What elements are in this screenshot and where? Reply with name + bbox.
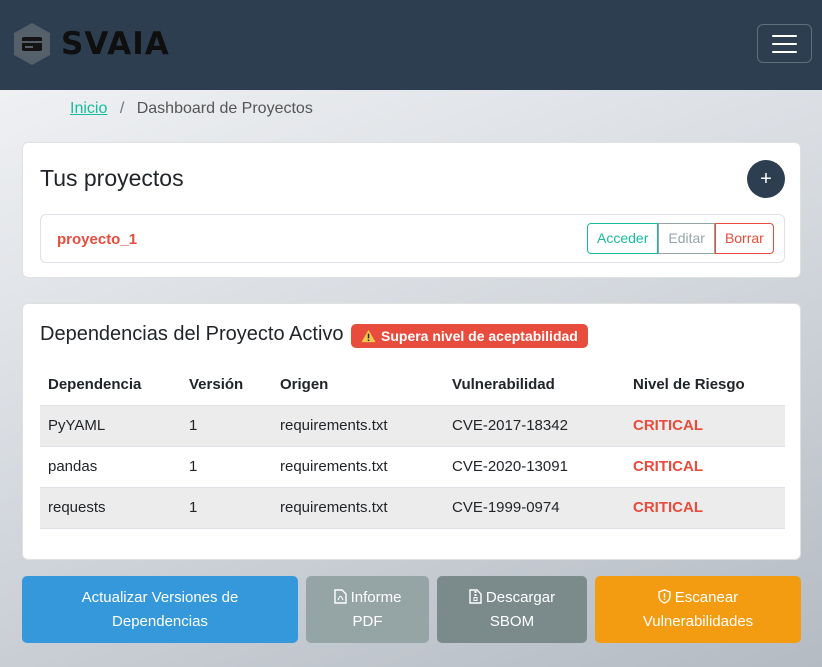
pdf-report-button[interactable]: Informe PDF xyxy=(306,576,429,643)
project-item: proyecto_1 Acceder Editar Borrar xyxy=(40,214,785,263)
acceptability-alert-badge: Supera nivel de aceptabilidad xyxy=(351,324,588,348)
scan-label-line2: Vulnerabilidades xyxy=(642,612,754,630)
update-dependencies-button[interactable]: Actualizar Versiones de Dependencias xyxy=(22,576,298,643)
brand-logo[interactable]: SVAIA xyxy=(13,22,170,66)
logo-text: SVAIA xyxy=(61,26,170,62)
breadcrumb: Inicio / Dashboard de Proyectos xyxy=(70,100,313,118)
project-actions: Acceder Editar Borrar xyxy=(587,223,774,254)
zip-file-icon xyxy=(469,588,482,604)
version-cell: 1 xyxy=(181,446,272,488)
table-row: PyYAML 1 requirements.txt CVE-2017-18342… xyxy=(40,405,785,447)
add-project-button[interactable]: + xyxy=(747,160,785,198)
edit-project-button[interactable]: Editar xyxy=(658,223,715,254)
column-header: Nivel de Riesgo xyxy=(625,364,785,406)
origin-cell: requirements.txt xyxy=(272,446,444,488)
navbar: SVAIA xyxy=(0,0,822,90)
alert-text: Supera nivel de aceptabilidad xyxy=(381,328,578,344)
vulnerability-cell: CVE-1999-0974 xyxy=(444,487,625,529)
origin-cell: requirements.txt xyxy=(272,405,444,447)
sbom-label-line1: Descargar xyxy=(485,588,556,606)
risk-level-cell: CRITICAL xyxy=(625,446,785,488)
breadcrumb-current: Dashboard de Proyectos xyxy=(136,100,313,117)
table-row: requests 1 requirements.txt CVE-1999-097… xyxy=(40,487,785,529)
risk-level-cell: CRITICAL xyxy=(625,487,785,529)
pdf-label-line1: Informe xyxy=(350,588,402,606)
vulnerability-cell: CVE-2020-13091 xyxy=(444,446,625,488)
hamburger-icon xyxy=(772,34,797,37)
update-label-line1: Actualizar Versiones de xyxy=(81,588,239,606)
version-cell: 1 xyxy=(181,405,272,447)
scan-label-line1: Escanear xyxy=(674,588,739,606)
dependencies-card: Dependencias del Proyecto Activo Supera … xyxy=(22,303,801,560)
dependencies-title: Dependencias del Proyecto Activo xyxy=(40,323,344,345)
dependency-cell: pandas xyxy=(40,446,181,488)
access-project-button[interactable]: Acceder xyxy=(587,223,659,254)
dependency-cell: PyYAML xyxy=(40,405,181,447)
dependency-cell: requests xyxy=(40,487,181,529)
projects-card: Tus proyectos + proyecto_1 Acceder Edita… xyxy=(22,142,801,278)
column-header: Versión xyxy=(181,364,272,406)
download-sbom-button[interactable]: Descargar SBOM xyxy=(437,576,587,643)
pdf-file-icon xyxy=(333,588,347,604)
project-name[interactable]: proyecto_1 xyxy=(57,231,137,248)
logo-mark-icon xyxy=(14,23,50,65)
update-label-line2: Dependencias xyxy=(112,612,208,630)
menu-toggle-button[interactable] xyxy=(757,24,812,63)
origin-cell: requirements.txt xyxy=(272,487,444,529)
sbom-label-line2: SBOM xyxy=(489,612,535,630)
dependencies-table: Dependencia Versión Origen Vulnerabilida… xyxy=(40,364,785,529)
breadcrumb-home-link[interactable]: Inicio xyxy=(70,100,107,117)
delete-project-button[interactable]: Borrar xyxy=(714,223,774,254)
pdf-label-line2: PDF xyxy=(352,612,383,630)
breadcrumb-separator: / xyxy=(119,100,125,117)
column-header: Origen xyxy=(272,364,444,406)
scan-vulnerabilities-button[interactable]: Escanear Vulnerabilidades xyxy=(595,576,801,643)
warning-triangle-icon xyxy=(361,329,376,343)
column-header: Vulnerabilidad xyxy=(444,364,625,406)
table-row: pandas 1 requirements.txt CVE-2020-13091… xyxy=(40,446,785,488)
column-header: Dependencia xyxy=(40,364,181,406)
table-header-row: Dependencia Versión Origen Vulnerabilida… xyxy=(40,364,785,406)
version-cell: 1 xyxy=(181,487,272,529)
shield-icon xyxy=(658,588,671,604)
vulnerability-cell: CVE-2017-18342 xyxy=(444,405,625,447)
projects-title: Tus proyectos xyxy=(40,165,184,191)
risk-level-cell: CRITICAL xyxy=(625,405,785,447)
